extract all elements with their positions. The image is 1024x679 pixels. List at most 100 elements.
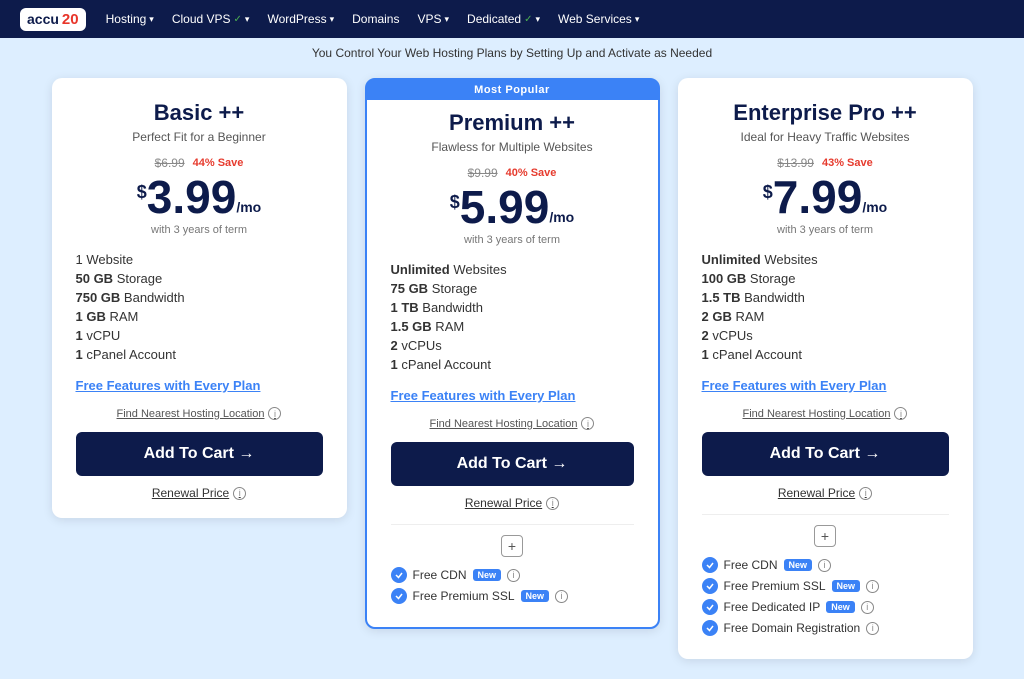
check-circle-enterprise-3 xyxy=(702,620,718,636)
price-mo-basic: /mo xyxy=(236,199,261,215)
feature-item: 2 vCPUs xyxy=(391,336,634,355)
price-mo-enterprise: /mo xyxy=(862,199,887,215)
feature-item: 1 vCPU xyxy=(76,326,323,345)
logo-text: accu xyxy=(27,11,59,27)
hosting-info-icon-enterprise[interactable]: i xyxy=(894,407,907,420)
pricing-row-enterprise: $13.99 43% Save xyxy=(702,156,949,170)
plan-title-premium: Premium ++ xyxy=(391,110,634,136)
extra-feature-enterprise-0: Free CDN New i xyxy=(702,557,949,573)
add-to-cart-btn-premium[interactable]: Add To Cart → xyxy=(391,442,634,486)
feature-item: 2 GB RAM xyxy=(702,307,949,326)
hosting-location-premium[interactable]: Find Nearest Hosting Location i xyxy=(391,417,634,430)
feature-item: 1 Website xyxy=(76,250,323,269)
nav-links: Hosting ▾ Cloud VPS ✓ ▾ WordPress ▾ Doma… xyxy=(106,12,640,26)
hosting-location-enterprise[interactable]: Find Nearest Hosting Location i xyxy=(702,407,949,420)
renewal-info-icon-enterprise[interactable]: i xyxy=(859,487,872,500)
check-circle-premium-1 xyxy=(391,588,407,604)
original-price-basic: $6.99 xyxy=(155,156,185,170)
feature-item: 750 GB Bandwidth xyxy=(76,288,323,307)
extra-info-icon-enterprise-0[interactable]: i xyxy=(818,559,831,572)
extra-info-icon-premium-1[interactable]: i xyxy=(555,590,568,603)
renewal-price-enterprise[interactable]: Renewal Price i xyxy=(702,486,949,500)
extra-feature-premium-1: Free Premium SSL New i xyxy=(391,588,634,604)
extra-feature-enterprise-3: Free Domain Registration i xyxy=(702,620,949,636)
nav-item-hosting[interactable]: Hosting ▾ xyxy=(106,12,154,26)
price-term-premium: with 3 years of term xyxy=(391,234,634,246)
new-badge-enterprise-2: New xyxy=(826,601,855,613)
new-badge-premium-1: New xyxy=(521,590,550,602)
renewal-price-basic[interactable]: Renewal Price i xyxy=(76,486,323,500)
new-badge-premium-0: New xyxy=(473,569,502,581)
nav-item-wordpress[interactable]: WordPress ▾ xyxy=(267,12,334,26)
plan-card-basic: Basic ++ Perfect Fit for a Beginner $6.9… xyxy=(52,78,347,518)
price-dollar-premium: $ xyxy=(450,192,460,213)
hosting-location-basic[interactable]: Find Nearest Hosting Location i xyxy=(76,407,323,420)
feature-item: Unlimited Websites xyxy=(391,260,634,279)
save-badge-premium: 40% Save xyxy=(506,167,557,179)
expand-btn-premium[interactable]: + xyxy=(501,535,523,557)
feature-item: Unlimited Websites xyxy=(702,250,949,269)
renewal-price-premium[interactable]: Renewal Price i xyxy=(391,496,634,510)
feature-item: 50 GB Storage xyxy=(76,269,323,288)
check-circle-enterprise-0 xyxy=(702,557,718,573)
extra-label-enterprise-1: Free Premium SSL xyxy=(724,579,826,593)
navbar: accu 20 Hosting ▾ Cloud VPS ✓ ▾ WordPres… xyxy=(0,0,1024,38)
extra-feature-enterprise-2: Free Dedicated IP New i xyxy=(702,599,949,615)
nav-item-vps[interactable]: VPS ▾ xyxy=(417,12,449,26)
price-dollar-enterprise: $ xyxy=(763,182,773,203)
plan-subtitle-basic: Perfect Fit for a Beginner xyxy=(76,130,323,144)
price-amount-basic: 3.99 xyxy=(147,174,237,220)
logo-num: 20 xyxy=(62,11,79,28)
save-badge-basic: 44% Save xyxy=(193,157,244,169)
feature-item: 1 TB Bandwidth xyxy=(391,298,634,317)
feature-item: 100 GB Storage xyxy=(702,269,949,288)
features-list-enterprise: Unlimited Websites100 GB Storage1.5 TB B… xyxy=(702,250,949,364)
renewal-info-icon-basic[interactable]: i xyxy=(233,487,246,500)
expand-btn-enterprise[interactable]: + xyxy=(814,525,836,547)
check-circle-enterprise-1 xyxy=(702,578,718,594)
add-to-cart-btn-enterprise[interactable]: Add To Cart → xyxy=(702,432,949,476)
extra-feature-premium-0: Free CDN New i xyxy=(391,567,634,583)
extra-info-icon-enterprise-1[interactable]: i xyxy=(866,580,879,593)
extra-label-premium-0: Free CDN xyxy=(413,568,467,582)
feature-item: 1.5 GB RAM xyxy=(391,317,634,336)
extra-label-enterprise-3: Free Domain Registration xyxy=(724,621,861,635)
check-circle-enterprise-2 xyxy=(702,599,718,615)
check-circle-premium-0 xyxy=(391,567,407,583)
free-features-link-premium[interactable]: Free Features with Every Plan xyxy=(391,388,634,403)
extra-info-icon-premium-0[interactable]: i xyxy=(507,569,520,582)
main-price-row-basic: $ 3.99 /mo xyxy=(76,174,323,220)
hosting-info-icon-basic[interactable]: i xyxy=(268,407,281,420)
feature-item: 75 GB Storage xyxy=(391,279,634,298)
original-price-premium: $9.99 xyxy=(468,166,498,180)
extra-label-enterprise-0: Free CDN xyxy=(724,558,778,572)
feature-item: 1 GB RAM xyxy=(76,307,323,326)
price-amount-premium: 5.99 xyxy=(460,184,550,230)
nav-item-cloudvps[interactable]: Cloud VPS ✓ ▾ xyxy=(172,12,250,26)
hosting-info-icon-premium[interactable]: i xyxy=(581,417,594,430)
extra-info-icon-enterprise-2[interactable]: i xyxy=(861,601,874,614)
free-features-link-enterprise[interactable]: Free Features with Every Plan xyxy=(702,378,949,393)
plan-title-enterprise: Enterprise Pro ++ xyxy=(702,100,949,126)
renewal-info-icon-premium[interactable]: i xyxy=(546,497,559,510)
plan-card-enterprise: Enterprise Pro ++ Ideal for Heavy Traffi… xyxy=(678,78,973,659)
nav-item-dedicated[interactable]: Dedicated ✓ ▾ xyxy=(467,12,540,26)
features-list-basic: 1 Website50 GB Storage750 GB Bandwidth1 … xyxy=(76,250,323,364)
extra-label-premium-1: Free Premium SSL xyxy=(413,589,515,603)
feature-item: 2 vCPUs xyxy=(702,326,949,345)
nav-item-domains[interactable]: Domains xyxy=(352,12,399,26)
logo[interactable]: accu 20 xyxy=(20,8,86,31)
pricing-section: Basic ++ Perfect Fit for a Beginner $6.9… xyxy=(0,68,1024,679)
free-features-link-basic[interactable]: Free Features with Every Plan xyxy=(76,378,323,393)
main-price-row-premium: $ 5.99 /mo xyxy=(391,184,634,230)
price-amount-enterprise: 7.99 xyxy=(773,174,863,220)
extra-label-enterprise-2: Free Dedicated IP xyxy=(724,600,821,614)
original-price-enterprise: $13.99 xyxy=(777,156,814,170)
feature-item: 1 cPanel Account xyxy=(702,345,949,364)
pricing-row-premium: $9.99 40% Save xyxy=(391,166,634,180)
extra-feature-enterprise-1: Free Premium SSL New i xyxy=(702,578,949,594)
nav-item-webservices[interactable]: Web Services ▾ xyxy=(558,12,639,26)
extra-info-icon-enterprise-3[interactable]: i xyxy=(866,622,879,635)
add-to-cart-btn-basic[interactable]: Add To Cart → xyxy=(76,432,323,476)
popular-badge: Most Popular xyxy=(367,80,658,100)
